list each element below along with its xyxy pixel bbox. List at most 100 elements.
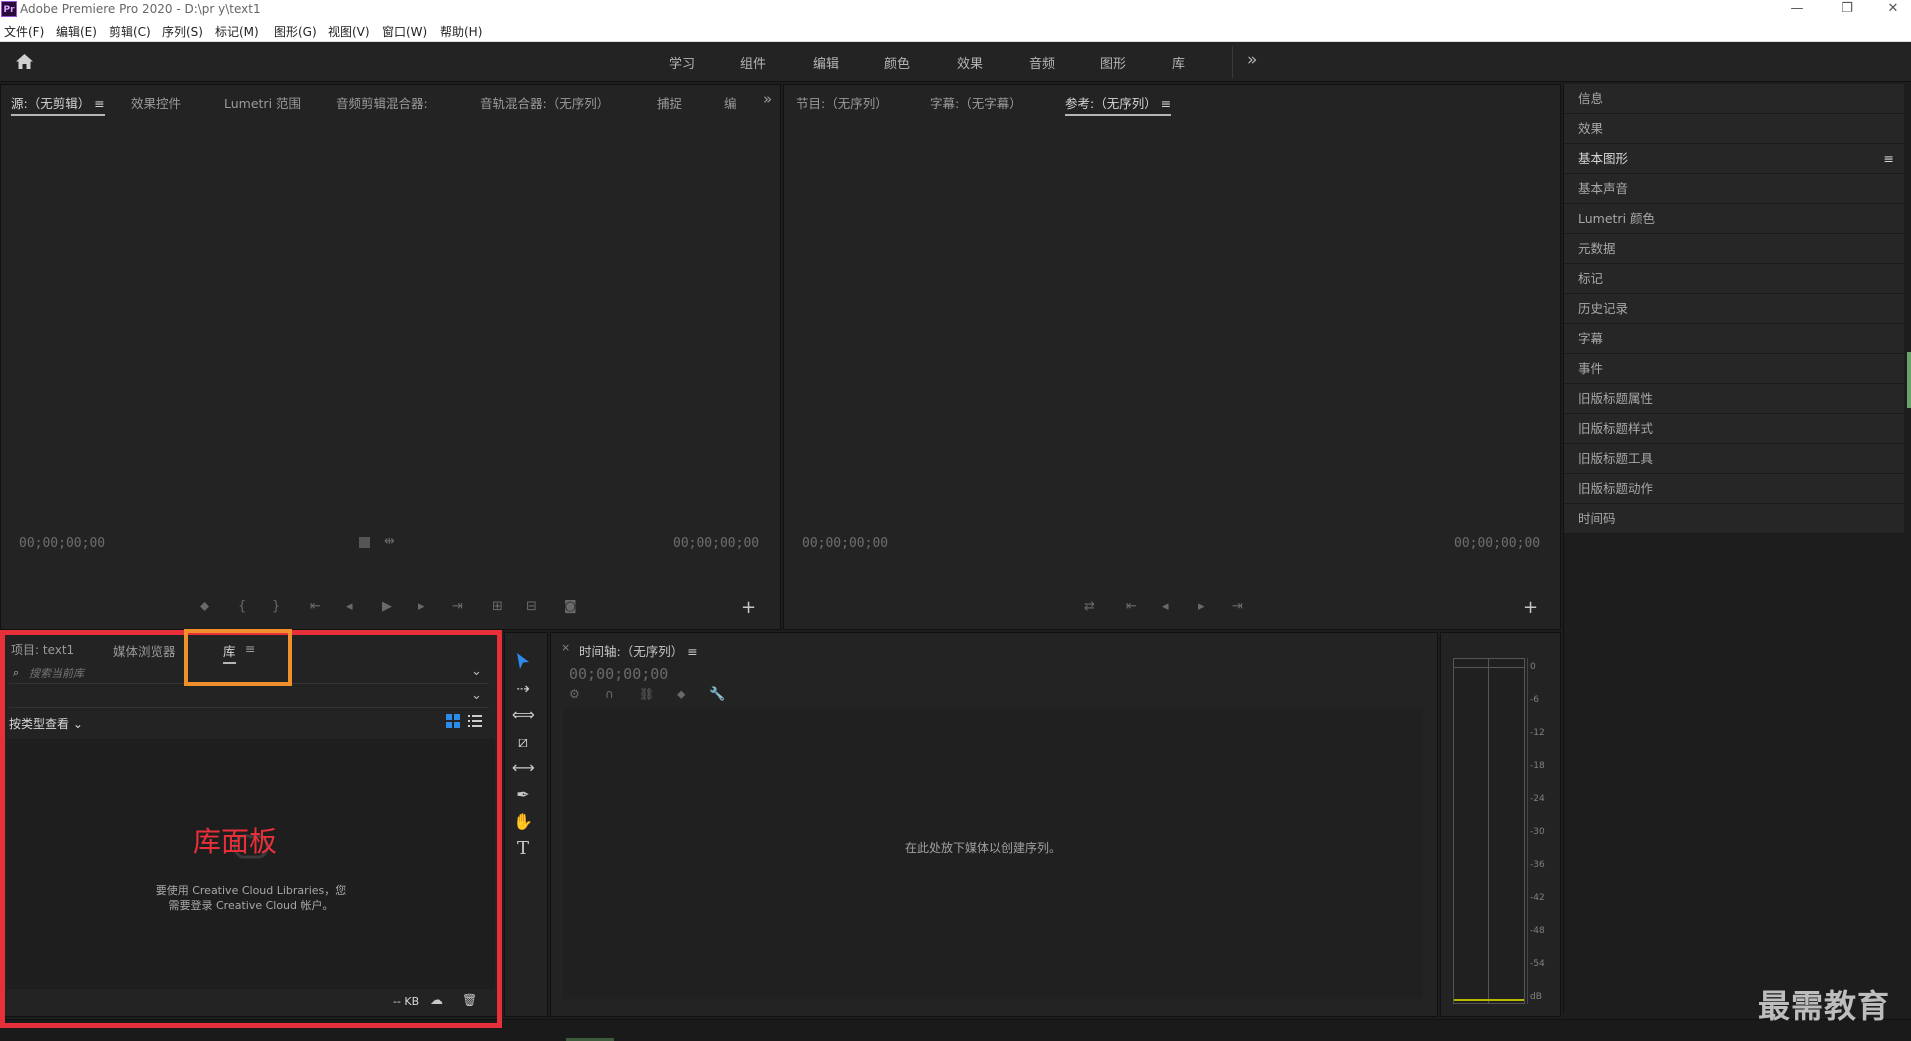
source-monitor-panel: 源:（无剪辑） ≡ 效果控件 Lumetri 范围 音频剪辑混合器: 音轨混合器…: [0, 84, 781, 630]
panel-menu-icon[interactable]: ≡: [1884, 144, 1894, 173]
mark-in-icon[interactable]: {: [238, 599, 246, 614]
razor-tool-icon[interactable]: ⧄: [512, 731, 534, 753]
linked-selection-icon[interactable]: ⛓: [639, 687, 654, 701]
panel-info[interactable]: 信息: [1564, 84, 1904, 114]
step-forward-icon[interactable]: ▸: [1198, 599, 1205, 614]
wrench-icon[interactable]: 🔧: [709, 687, 725, 702]
panel-legacy-title-actions[interactable]: 旧版标题动作: [1564, 474, 1904, 504]
menu-view[interactable]: 视图(V): [328, 23, 370, 40]
go-to-in-icon[interactable]: ⇤: [310, 599, 321, 614]
workspace-libraries[interactable]: 库: [1172, 53, 1185, 72]
settings-icon[interactable]: ⇹: [384, 534, 395, 549]
gang-icon[interactable]: ⇄: [1084, 599, 1095, 614]
menu-sequence[interactable]: 序列(S): [162, 23, 203, 40]
button-editor-plus-icon[interactable]: +: [741, 597, 756, 618]
source-timecode-current[interactable]: 00;00;00;00: [19, 536, 105, 551]
panel-timecode[interactable]: 时间码: [1564, 504, 1904, 534]
step-forward-icon[interactable]: ▸: [418, 599, 425, 614]
panel-metadata[interactable]: 元数据: [1564, 234, 1904, 264]
menu-clip[interactable]: 剪辑(C): [109, 23, 151, 40]
workspace-audio[interactable]: 音频: [1029, 53, 1055, 72]
step-back-icon[interactable]: ◂: [346, 599, 353, 614]
minimize-button[interactable]: —: [1774, 0, 1820, 20]
panel-captions[interactable]: 字幕: [1564, 324, 1904, 354]
tab-timeline[interactable]: 时间轴:（无序列） ≡: [579, 641, 698, 660]
go-to-in-icon[interactable]: ⇤: [1126, 599, 1137, 614]
scrollbar-thumb[interactable]: [1907, 352, 1911, 408]
meter-label: -42: [1530, 893, 1545, 903]
ripple-edit-tool-icon[interactable]: ⟺: [512, 704, 535, 726]
timeline-timecode[interactable]: 00;00;00;00: [569, 665, 668, 683]
play-icon[interactable]: ▶: [382, 599, 392, 614]
tab-reference[interactable]: 参考:（无序列） ≡: [1065, 93, 1172, 116]
panel-overflow-icon[interactable]: »: [763, 90, 772, 108]
tab-lumetri-scopes[interactable]: Lumetri 范围: [224, 93, 301, 112]
workspace-editing[interactable]: 编辑: [813, 53, 839, 72]
go-to-out-icon[interactable]: ⇥: [452, 599, 463, 614]
menu-file[interactable]: 文件(F): [4, 23, 44, 40]
close-icon[interactable]: ×: [561, 641, 570, 654]
selection-tool-icon[interactable]: [516, 652, 530, 670]
workspace-graphics[interactable]: 图形: [1100, 53, 1126, 72]
workspace-color[interactable]: 颜色: [884, 53, 910, 72]
panel-legacy-title-properties[interactable]: 旧版标题属性: [1564, 384, 1904, 414]
restore-button[interactable]: ❐: [1824, 0, 1870, 20]
mark-out-icon[interactable]: }: [272, 599, 280, 614]
tab-audio-clip-mixer[interactable]: 音频剪辑混合器:: [336, 93, 428, 112]
right-panel-stack: 信息 效果 基本图形 ≡ 基本声音 Lumetri 颜色 元数据 标记 历史记录…: [1563, 84, 1911, 1014]
add-marker-icon[interactable]: ⬥: [200, 599, 209, 614]
export-frame-icon[interactable]: ◙: [564, 599, 577, 614]
panel-effects[interactable]: 效果: [1564, 114, 1904, 144]
nest-icon[interactable]: ⚙: [569, 687, 580, 701]
tab-program[interactable]: 节目:（无序列）: [796, 93, 888, 112]
home-icon[interactable]: [15, 53, 34, 70]
step-back-icon[interactable]: ◂: [1162, 599, 1169, 614]
overwrite-icon[interactable]: ⊟: [526, 599, 537, 614]
menu-edit[interactable]: 编辑(E): [56, 23, 97, 40]
tab-edit-truncated[interactable]: 编: [724, 93, 737, 112]
menu-markers[interactable]: 标记(M): [215, 23, 259, 40]
panel-essential-graphics[interactable]: 基本图形 ≡: [1564, 144, 1904, 174]
slip-tool-icon[interactable]: ⟷: [512, 757, 535, 779]
panel-legacy-title-tools[interactable]: 旧版标题工具: [1564, 444, 1904, 474]
insert-icon[interactable]: ⊞: [492, 599, 503, 614]
premiere-app-icon: Pr: [1, 1, 17, 17]
panel-legacy-title-styles[interactable]: 旧版标题样式: [1564, 414, 1904, 444]
close-button[interactable]: ✕: [1870, 0, 1911, 20]
track-select-tool-icon[interactable]: ⇢: [512, 678, 534, 700]
tab-effect-controls[interactable]: 效果控件: [131, 93, 181, 112]
meter-peak-line: [1454, 667, 1524, 668]
workspace-learn[interactable]: 学习: [669, 53, 695, 72]
meter-scale-line: [1527, 658, 1528, 1004]
fit-dropdown-icon[interactable]: [359, 537, 370, 548]
snap-icon[interactable]: ∩: [605, 687, 614, 701]
hand-tool-icon[interactable]: ✋: [512, 811, 534, 833]
panel-essential-graphics-label: 基本图形: [1578, 151, 1629, 166]
tab-audio-track-mixer[interactable]: 音轨混合器:（无序列）: [480, 93, 609, 112]
workspace-effects[interactable]: 效果: [957, 53, 983, 72]
panel-essential-sound[interactable]: 基本声音: [1564, 174, 1904, 204]
program-timecode-current[interactable]: 00;00;00;00: [802, 536, 888, 551]
audio-meter-bars: [1453, 658, 1525, 1004]
premiere-window: Pr Adobe Premiere Pro 2020 - D:\pr y\tex…: [0, 0, 1911, 1041]
go-to-out-icon[interactable]: ⇥: [1232, 599, 1243, 614]
tab-captions[interactable]: 字幕:（无字幕）: [930, 93, 1022, 112]
panel-events[interactable]: 事件: [1564, 354, 1904, 384]
meter-label: -24: [1530, 794, 1545, 804]
panel-markers[interactable]: 标记: [1564, 264, 1904, 294]
panel-history[interactable]: 历史记录: [1564, 294, 1904, 324]
add-marker-icon[interactable]: ⬥: [677, 687, 685, 702]
tab-source[interactable]: 源:（无剪辑） ≡: [11, 93, 105, 116]
meter-label: dB: [1530, 992, 1542, 1002]
button-editor-plus-icon[interactable]: +: [1523, 597, 1538, 618]
menu-graphics[interactable]: 图形(G): [274, 23, 317, 40]
type-tool-icon[interactable]: T: [512, 838, 534, 860]
menu-help[interactable]: 帮助(H): [440, 23, 482, 40]
panel-lumetri-color[interactable]: Lumetri 颜色: [1564, 204, 1904, 234]
tab-capture[interactable]: 捕捉: [657, 93, 682, 112]
workspace-overflow-icon[interactable]: »: [1247, 50, 1257, 70]
menu-window[interactable]: 窗口(W): [382, 23, 427, 40]
workspace-assembly[interactable]: 组件: [740, 53, 766, 72]
pen-tool-icon[interactable]: ✒: [512, 784, 534, 806]
program-timecode-duration: 00;00;00;00: [1454, 536, 1541, 551]
